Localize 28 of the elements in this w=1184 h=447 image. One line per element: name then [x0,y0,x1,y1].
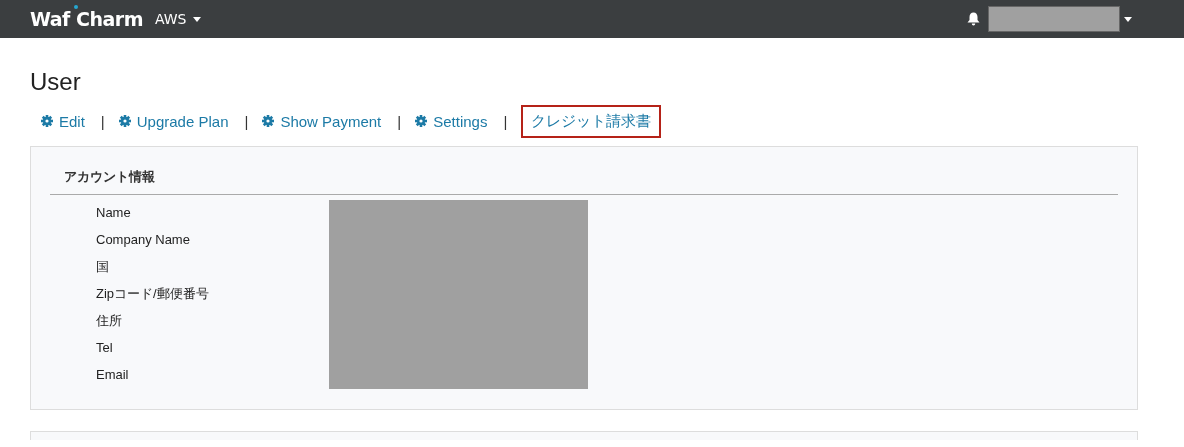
separator: | [397,112,402,130]
field-label: Name [96,204,132,222]
field-label: Company Name [96,231,191,249]
page-title: User [30,68,82,96]
field-label: Tel [96,339,114,357]
action-link[interactable]: Edit [41,107,85,135]
gear-icon [415,115,428,127]
field-label: Zipコード/郵便番号 [96,285,210,303]
action-link[interactable]: Upgrade Plan [118,107,229,135]
action-link[interactable]: Settings [415,107,488,135]
gear-icon [118,115,131,127]
field-label: 国 [96,258,110,276]
gear-icon [262,115,275,127]
caret-icon[interactable] [1124,16,1132,22]
field-label: 住所 [96,312,123,330]
action-link[interactable]: Show Payment [262,107,382,135]
separator: | [100,112,105,130]
logo-dot-icon [74,5,78,9]
gear-icon [41,115,53,127]
logo[interactable]: Waf Charm [30,8,143,30]
account-menu[interactable]: AWS [154,11,201,27]
field-label: Email [96,366,130,384]
caret-icon [192,16,201,22]
bell-icon[interactable] [967,12,980,26]
separator: | [244,112,249,130]
action-link[interactable]: クレジット請求書 [521,104,662,138]
panel-heading: アカウント情報 [63,168,156,186]
separator: | [503,112,508,130]
